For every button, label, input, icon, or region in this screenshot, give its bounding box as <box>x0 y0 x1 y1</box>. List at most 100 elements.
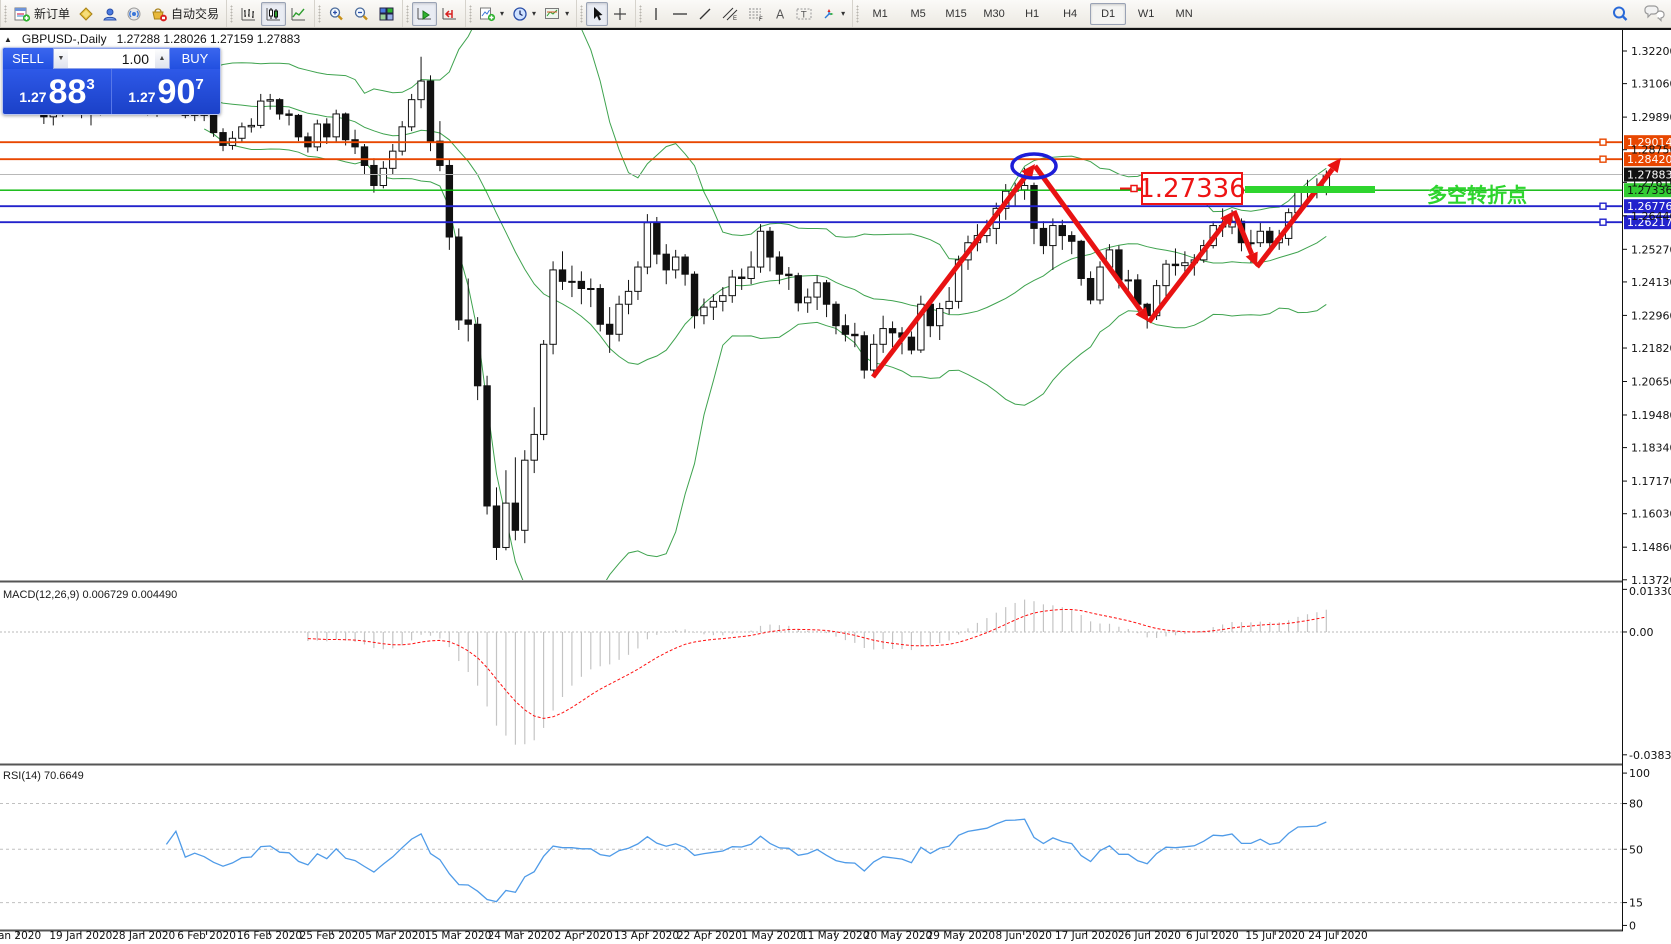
auto-trading-button[interactable]: 自动交易 <box>146 2 223 26</box>
svg-text:T: T <box>800 10 807 20</box>
template-caret: ▾ <box>565 9 569 18</box>
buy-button[interactable]: BUY <box>170 48 220 69</box>
mt4-window: 新订单 自动交易 <box>0 0 1671 944</box>
periods-button[interactable]: ▾ <box>508 2 540 26</box>
sell-price-pip: 3 <box>86 76 94 93</box>
tab-timeframe-M15[interactable]: M15 <box>938 3 974 25</box>
buy-price-button[interactable]: 1.27 90 7 <box>112 69 220 114</box>
zoom-in-button[interactable] <box>324 2 349 26</box>
vertical-line-icon <box>649 6 663 22</box>
market-watch-button[interactable] <box>74 2 98 26</box>
crosshair-button[interactable] <box>608 2 632 26</box>
toolbar-group-chart-type <box>226 0 314 27</box>
price-chart-canvas: 1.290141.284201.278831.273361.267761.262… <box>0 28 1671 944</box>
chart-window: 1.290141.284201.278831.273361.267761.262… <box>0 28 1671 944</box>
volume-stepper: ▼ 1.00 ▲ <box>53 48 170 69</box>
tab-timeframe-M1[interactable]: M1 <box>862 3 898 25</box>
svg-text:15 Mar 2020: 15 Mar 2020 <box>425 930 492 942</box>
line-chart-icon <box>290 6 307 22</box>
sell-price-button[interactable]: 1.27 88 3 <box>3 69 112 114</box>
trendline-icon <box>697 6 713 22</box>
chart-shift-button[interactable] <box>437 2 462 26</box>
svg-text:6 Jul 2020: 6 Jul 2020 <box>1186 930 1239 942</box>
tab-timeframe-H4[interactable]: H4 <box>1052 3 1088 25</box>
svg-text:1.25270: 1.25270 <box>1631 243 1671 256</box>
channel-button[interactable]: E <box>717 2 743 26</box>
collapse-panel-icon[interactable]: ▲ <box>4 35 12 44</box>
svg-text:1.26440: 1.26440 <box>1631 210 1671 223</box>
equidistant-channel-icon: E <box>721 6 739 22</box>
toolbar: 新订单 自动交易 <box>0 0 1671 28</box>
one-click-top-row: SELL ▼ 1.00 ▲ BUY <box>3 48 220 69</box>
tab-timeframe-D1[interactable]: D1 <box>1090 3 1126 25</box>
tab-timeframe-M30[interactable]: M30 <box>976 3 1012 25</box>
bar-chart-button[interactable] <box>236 2 261 26</box>
date-axis[interactable]: Jan 202019 Jan 202028 Jan 20206 Feb 2020… <box>0 930 1368 942</box>
text-button[interactable]: A <box>769 2 791 26</box>
add-indicator-button[interactable]: ▾ <box>475 2 508 26</box>
crosshair-icon <box>612 6 628 22</box>
one-click-price-row: 1.27 88 3 1.27 90 7 <box>3 69 220 114</box>
svg-text:-0.038343: -0.038343 <box>1629 749 1671 762</box>
svg-text:1.31060: 1.31060 <box>1631 78 1671 91</box>
chart-shift-icon <box>441 6 458 22</box>
tab-timeframe-MN[interactable]: MN <box>1166 3 1202 25</box>
svg-text:22 Apr 2020: 22 Apr 2020 <box>677 930 742 942</box>
svg-text:1.21820: 1.21820 <box>1631 342 1671 355</box>
horizontal-line-button[interactable] <box>667 2 693 26</box>
zoom-in-icon <box>328 6 345 22</box>
svg-text:8 Jun 2020: 8 Jun 2020 <box>995 930 1051 942</box>
volume-decrease-button[interactable]: ▼ <box>54 49 68 68</box>
one-click-trading-panel: SELL ▼ 1.00 ▲ BUY 1.27 88 3 1.27 90 7 <box>2 47 221 115</box>
candlestick-chart-button[interactable] <box>261 2 286 26</box>
add-indicator-caret: ▾ <box>500 9 504 18</box>
sell-price-prefix: 1.27 <box>19 89 46 105</box>
search-icon[interactable] <box>1611 5 1629 23</box>
tab-timeframe-M5[interactable]: M5 <box>900 3 936 25</box>
tab-timeframe-W1[interactable]: W1 <box>1128 3 1164 25</box>
toolbar-group-timeframes: M1M5M15M30H1H4D1W1MN <box>852 0 1205 27</box>
arrows-icon <box>821 6 837 22</box>
buy-price-pip: 7 <box>195 76 203 93</box>
support-highlight-bar[interactable] <box>1245 186 1375 193</box>
volume-increase-button[interactable]: ▲ <box>155 49 169 68</box>
svg-text:Jan 2020: Jan 2020 <box>0 930 41 942</box>
fibonacci-button[interactable]: F <box>743 2 769 26</box>
tile-windows-button[interactable] <box>374 2 399 26</box>
svg-text:1.18340: 1.18340 <box>1631 442 1671 455</box>
chat-icon[interactable] <box>1643 5 1665 23</box>
svg-text:24 Mar 2020: 24 Mar 2020 <box>488 930 555 942</box>
chart-symbol-period: GBPUSD-,Daily <box>22 32 107 46</box>
svg-text:15 Jul 2020: 15 Jul 2020 <box>1245 930 1304 942</box>
chart-title-bar: ▲ GBPUSD-,Daily 1.27288 1.28026 1.27159 … <box>4 32 300 46</box>
tab-timeframe-H1[interactable]: H1 <box>1014 3 1050 25</box>
sell-button[interactable]: SELL <box>3 48 53 69</box>
volume-value[interactable]: 1.00 <box>68 49 155 68</box>
text-label-button[interactable]: T <box>791 2 817 26</box>
vertical-line-button[interactable] <box>645 2 667 26</box>
sell-price-main: 88 <box>49 75 87 109</box>
new-order-button[interactable]: 新订单 <box>10 2 74 26</box>
toolbar-group-zoom <box>314 0 402 27</box>
auto-trading-label: 自动交易 <box>171 5 219 22</box>
template-button[interactable]: ▾ <box>540 2 573 26</box>
chart-ohlc-values: 1.27288 1.28026 1.27159 1.27883 <box>117 32 301 46</box>
auto-trading-icon <box>150 6 168 22</box>
zoom-out-button[interactable] <box>349 2 374 26</box>
auto-scroll-button[interactable] <box>412 2 437 26</box>
svg-text:50: 50 <box>1629 843 1643 856</box>
add-indicator-icon <box>479 6 496 22</box>
cursor-button[interactable] <box>586 2 608 26</box>
svg-text:24 Jul 2020: 24 Jul 2020 <box>1308 930 1367 942</box>
signal-icon <box>126 6 142 22</box>
signals-button[interactable] <box>122 2 146 26</box>
periods-caret: ▾ <box>532 9 536 18</box>
data-window-button[interactable] <box>98 2 122 26</box>
svg-text:1.16030: 1.16030 <box>1631 508 1671 521</box>
svg-text:13 Apr 2020: 13 Apr 2020 <box>614 930 679 942</box>
line-chart-button[interactable] <box>286 2 311 26</box>
trendline-button[interactable] <box>693 2 717 26</box>
turning-point-note[interactable]: 多空转折点 <box>1427 183 1527 207</box>
gold-icon <box>78 6 94 22</box>
arrows-button[interactable]: ▾ <box>817 2 849 26</box>
